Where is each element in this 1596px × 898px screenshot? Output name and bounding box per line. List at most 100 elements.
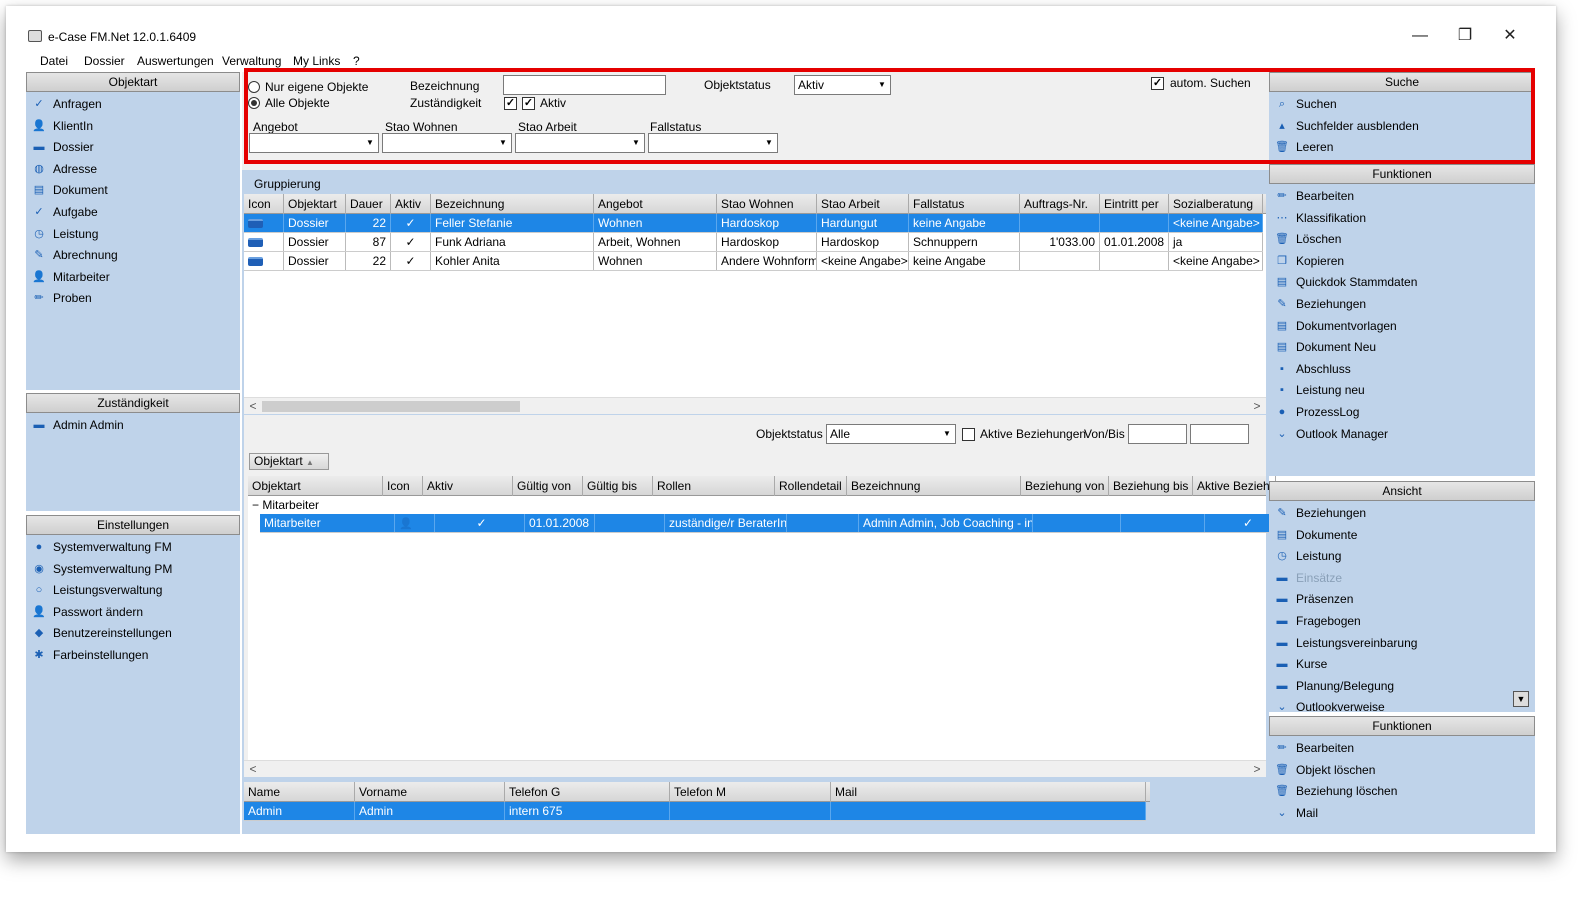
table-row[interactable]: Mitarbeiter 👤 ✓ 01.01.2008 zuständige/r Bera… [260,514,1288,533]
objektstatus-select[interactable]: Aktiv ▼ [794,75,891,95]
menu-item-fragebogen[interactable]: ▬ Fragebogen [1269,611,1535,632]
menu-item-planung-belegung[interactable]: ▬ Planung/Belegung [1269,676,1535,697]
column-header[interactable]: Icon [383,476,423,496]
menu-item-klassifikation[interactable]: ⋯ Klassifikation [1269,208,1535,229]
rel-objektstatus-select[interactable]: Alle ▼ [826,424,956,444]
column-header[interactable]: Bezeichnung [847,476,1021,496]
radio-all-objects[interactable] [248,97,260,109]
menu-item-beziehungen[interactable]: ✎ Beziehungen [1269,503,1535,524]
column-header[interactable]: Mail [831,782,1146,802]
column-header[interactable]: Fallstatus [909,194,1020,214]
menu-auswertungen[interactable]: Auswertungen [137,54,214,68]
column-header[interactable]: Sozialberatung [1169,194,1263,214]
close-button[interactable]: ✕ [1492,24,1528,48]
scroll-right-icon[interactable]: > [1250,398,1264,414]
column-header[interactable]: Aktive Beziehung [1193,476,1276,496]
table-row[interactable]: Dossier 87 ✓ Funk Adriana Arbeit, Wohnen Hard… [244,233,1263,252]
column-header[interactable]: Stao Arbeit [817,194,909,214]
group-by-objektart-button[interactable]: Objektart ▲ [249,453,329,470]
column-header[interactable]: Name [244,782,355,802]
objects-grid-scrollbar[interactable]: < > [244,397,1266,414]
table-row[interactable]: Dossier 22 ✓ Feller Stefanie Wohnen Hardoskop… [244,214,1263,233]
menu-item-systemverwaltung-pm[interactable]: ◉ Systemverwaltung PM [26,559,240,580]
menu-item-leeren[interactable]: 🗑 Leeren [1269,137,1535,158]
column-header[interactable]: Telefon M [670,782,831,802]
menu-item-abrechnung[interactable]: ✎ Abrechnung [26,245,240,266]
column-header[interactable]: Dauer [346,194,391,214]
menu-dossier[interactable]: Dossier [84,54,125,68]
scroll-thumb[interactable] [262,401,520,412]
menu-item-dokumentvorlagen[interactable]: ▤ Dokumentvorlagen [1269,316,1535,337]
menu-item-kurse[interactable]: ▬ Kurse [1269,654,1535,675]
scroll-down-icon[interactable]: ▼ [1513,691,1529,707]
menu-item-einsätze[interactable]: ▬ Einsätze [1269,568,1535,589]
menu-item-bearbeiten[interactable]: ✏ Bearbeiten [1269,738,1535,759]
menu-item-abschluss[interactable]: ▪ Abschluss [1269,359,1535,380]
column-header[interactable]: Gültig von [513,476,583,496]
column-header[interactable]: Angebot [594,194,717,214]
menu-item-suchen[interactable]: ⌕ Suchen [1269,94,1535,115]
menu-help[interactable]: ? [353,54,360,68]
column-header[interactable]: Bezeichnung [431,194,594,214]
menu-item-leistung[interactable]: ◷ Leistung [1269,546,1535,567]
menu-item-admin-admin[interactable]: ▬ Admin Admin [26,415,240,436]
column-header[interactable]: Objektart [248,476,383,496]
column-header[interactable]: Telefon G [505,782,670,802]
radio-own-objects[interactable] [248,81,260,93]
column-header[interactable]: Objektart [284,194,346,214]
menu-my-links[interactable]: My Links [293,54,340,68]
menu-item-dokumente[interactable]: ▤ Dokumente [1269,525,1535,546]
column-header[interactable]: Icon [244,194,284,214]
collapse-icon[interactable]: − [252,498,259,512]
column-header[interactable]: Beziehung von [1021,476,1109,496]
column-header[interactable]: Auftrags-Nr. [1020,194,1100,214]
menu-item-benutzereinstellungen[interactable]: ◆ Benutzereinstellungen [26,623,240,644]
menu-item-farbeinstellungen[interactable]: ✱ Farbeinstellungen [26,645,240,666]
menu-datei[interactable]: Datei [40,54,68,68]
menu-item-dokument[interactable]: ▤ Dokument [26,180,240,201]
menu-item-klientin[interactable]: 👤 KlientIn [26,116,240,137]
column-header[interactable]: Aktiv [391,194,431,214]
menu-item-mail[interactable]: ⌄ Mail [1269,803,1535,824]
menu-item-beziehungen[interactable]: ✎ Beziehungen [1269,294,1535,315]
menu-item-proben[interactable]: ✏ Proben [26,288,240,309]
stao-wohnen-select[interactable]: ▼ [382,133,512,153]
minimize-button[interactable]: — [1402,24,1438,48]
table-row[interactable]: Admin Admin intern 675 [244,802,1146,821]
menu-item-anfragen[interactable]: ✓ Anfragen [26,94,240,115]
relations-scrollbar[interactable]: < > [244,760,1266,777]
menu-item-leistungsvereinbarung[interactable]: ▬ Leistungsvereinbarung [1269,633,1535,654]
menu-item-prozesslog[interactable]: ● ProzessLog [1269,402,1535,423]
column-header[interactable]: Aktiv [423,476,513,496]
column-header[interactable]: Beziehung bis [1109,476,1193,496]
menu-item-outlook-manager[interactable]: ⌄ Outlook Manager [1269,424,1535,445]
angebot-select[interactable]: ▼ [249,133,379,153]
menu-verwaltung[interactable]: Verwaltung [222,54,281,68]
fallstatus-select[interactable]: ▼ [648,133,778,153]
zustaendigkeit-checkbox[interactable]: ✓ [504,97,517,110]
column-header[interactable]: Rollen [653,476,775,496]
menu-item-beziehung-löschen[interactable]: 🗑 Beziehung löschen [1269,781,1535,802]
scroll-left-icon[interactable]: < [246,761,260,777]
table-row[interactable]: Dossier 22 ✓ Kohler Anita Wohnen Andere Wohnf… [244,252,1263,271]
von-input[interactable] [1128,424,1187,444]
menu-item-löschen[interactable]: 🗑 Löschen [1269,229,1535,250]
scroll-right-icon[interactable]: > [1250,761,1264,777]
menu-item-quickdok-stammdaten[interactable]: ▤ Quickdok Stammdaten [1269,272,1535,293]
scroll-left-icon[interactable]: < [246,398,260,414]
menu-item-bearbeiten[interactable]: ✏ Bearbeiten [1269,186,1535,207]
aktiv-checkbox[interactable]: ✓ [522,97,535,110]
column-header[interactable]: Gültig bis [583,476,653,496]
column-header[interactable]: Stao Wohnen [717,194,817,214]
menu-item-leistungsverwaltung[interactable]: ○ Leistungsverwaltung [26,580,240,601]
aktive-beziehungen-checkbox[interactable] [962,428,975,441]
column-header[interactable]: Eintritt per [1100,194,1169,214]
maximize-button[interactable]: ❐ [1447,24,1483,48]
menu-item-kopieren[interactable]: ❐ Kopieren [1269,251,1535,272]
menu-item-dossier[interactable]: ▬ Dossier [26,137,240,158]
menu-item-objekt-löschen[interactable]: 🗑 Objekt löschen [1269,760,1535,781]
menu-item-leistung-neu[interactable]: ▪ Leistung neu [1269,380,1535,401]
column-header[interactable]: Rollendetail [775,476,847,496]
autom-suchen-checkbox[interactable]: ✓ [1151,77,1164,90]
menu-item-suchfelder-ausblenden[interactable]: ▴ Suchfelder ausblenden [1269,116,1535,137]
